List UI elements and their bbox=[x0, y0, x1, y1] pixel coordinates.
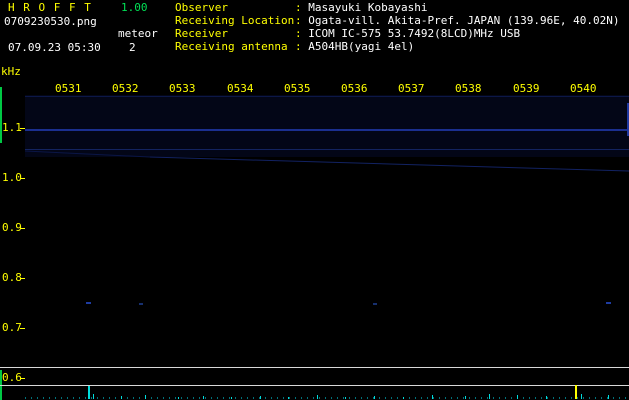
freq-tick-label: 0.9 bbox=[2, 221, 22, 234]
freq-tick-mark bbox=[20, 278, 25, 279]
echo-dot bbox=[139, 303, 143, 305]
hrofft-screen: H R O F F T 1.00 0709230530.png meteor 0… bbox=[0, 0, 629, 400]
meter-spike bbox=[608, 395, 609, 399]
meter-spike bbox=[203, 396, 204, 399]
noise-diagonal-overlay bbox=[24, 150, 629, 172]
freq-tick-mark bbox=[20, 328, 25, 329]
meter-spike bbox=[317, 395, 318, 399]
meter-baseline bbox=[25, 397, 629, 399]
freq-tick-label: 1.1 bbox=[2, 121, 22, 134]
drifting-noise-line bbox=[149, 156, 629, 172]
meter-spike bbox=[88, 386, 90, 399]
edge-mark bbox=[0, 87, 2, 143]
meter-spike bbox=[575, 385, 577, 399]
freq-tick-mark bbox=[20, 178, 25, 179]
meter-spike bbox=[546, 396, 547, 399]
freq-tick-label: 1.0 bbox=[2, 171, 22, 184]
meter-spike bbox=[517, 395, 518, 399]
echo-dot bbox=[373, 303, 377, 305]
meter-spike bbox=[178, 397, 179, 399]
carrier-noise-line bbox=[25, 149, 629, 150]
carrier-noise-line bbox=[25, 129, 629, 131]
meter-spike bbox=[432, 395, 433, 399]
separator-line bbox=[0, 385, 629, 386]
freq-tick-mark bbox=[20, 378, 25, 379]
freq-tick-label: 0.7 bbox=[2, 321, 22, 334]
meter-spike bbox=[374, 396, 375, 399]
freq-tick-mark bbox=[20, 228, 25, 229]
meter-spike bbox=[288, 397, 289, 399]
meter-spike bbox=[403, 397, 404, 399]
meter-spike bbox=[121, 396, 122, 399]
meter-spike bbox=[465, 396, 466, 399]
meter-spike bbox=[145, 395, 146, 399]
meter-spike bbox=[581, 394, 582, 399]
spectrogram-noise-band bbox=[25, 95, 629, 157]
meter-spike bbox=[489, 394, 490, 399]
freq-tick-mark bbox=[20, 128, 25, 129]
meter-spike bbox=[345, 397, 346, 399]
meter-spike bbox=[231, 397, 232, 399]
freq-tick-label: 0.6 bbox=[2, 371, 22, 384]
carrier-noise-line bbox=[25, 96, 629, 97]
meter-spike bbox=[93, 394, 94, 399]
echo-dot bbox=[86, 302, 91, 304]
echo-dot bbox=[606, 302, 611, 304]
freq-tick-label: 0.8 bbox=[2, 271, 22, 284]
separator-line bbox=[0, 367, 629, 368]
meter-spike bbox=[260, 396, 261, 399]
